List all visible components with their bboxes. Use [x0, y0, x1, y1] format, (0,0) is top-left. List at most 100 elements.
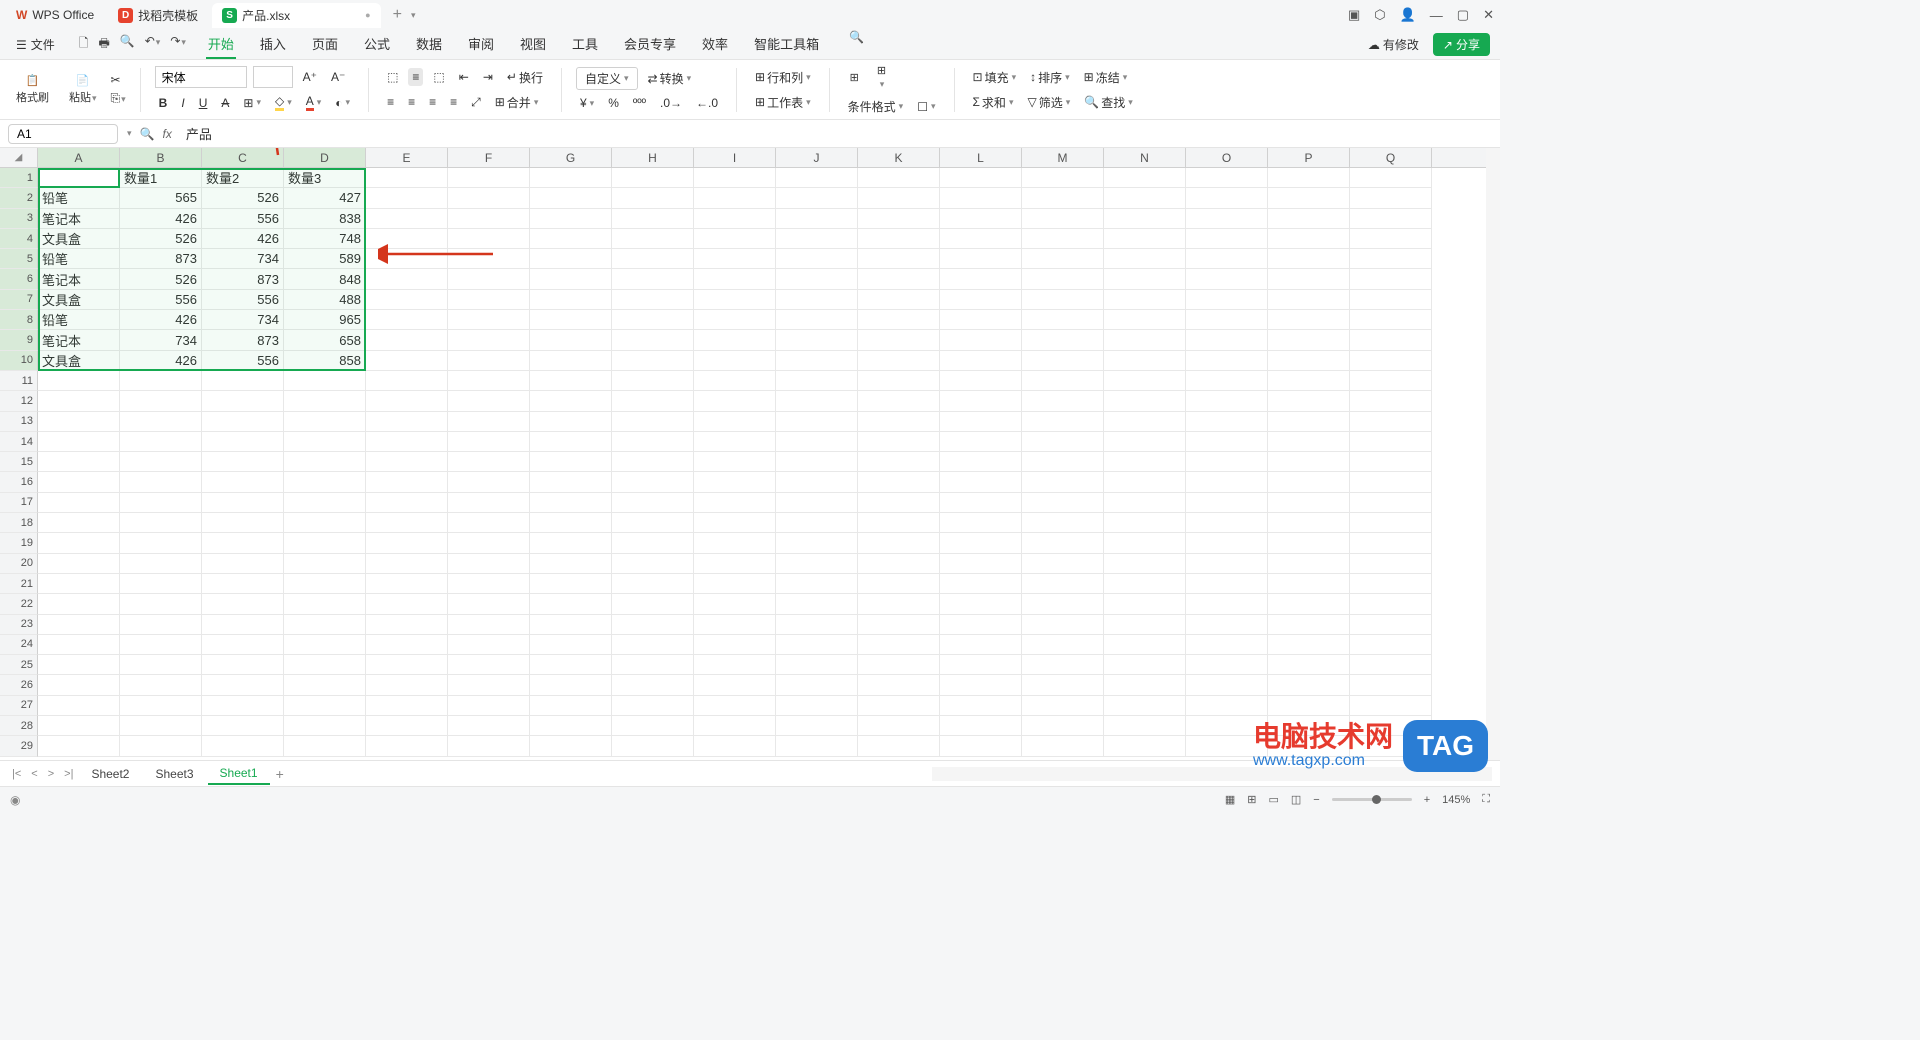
cell[interactable] — [1186, 655, 1268, 675]
row-header[interactable]: 13 — [0, 412, 38, 432]
cell[interactable] — [776, 493, 858, 513]
cell[interactable]: 838 — [284, 209, 366, 229]
cell[interactable] — [1350, 371, 1432, 391]
cell[interactable] — [612, 188, 694, 208]
name-box-dropdown[interactable]: ▾ — [127, 128, 132, 139]
cell[interactable] — [530, 452, 612, 472]
cell[interactable] — [858, 371, 940, 391]
cell[interactable] — [612, 635, 694, 655]
tab-data[interactable]: 数据 — [414, 30, 444, 59]
cell[interactable] — [530, 168, 612, 188]
cell[interactable]: 858 — [284, 351, 366, 371]
cell[interactable] — [448, 533, 530, 553]
cell[interactable] — [1186, 269, 1268, 289]
cell[interactable] — [366, 513, 448, 533]
tab-efficiency[interactable]: 效率 — [700, 30, 730, 59]
cell[interactable] — [1268, 533, 1350, 553]
cell[interactable] — [530, 533, 612, 553]
cell[interactable] — [612, 391, 694, 411]
cell[interactable] — [530, 351, 612, 371]
cell[interactable] — [1104, 696, 1186, 716]
cell[interactable] — [530, 229, 612, 249]
underline-button[interactable]: U — [195, 94, 212, 112]
cell[interactable] — [366, 310, 448, 330]
cell[interactable] — [284, 615, 366, 635]
cell[interactable] — [1186, 290, 1268, 310]
cell[interactable] — [612, 472, 694, 492]
cell[interactable] — [1104, 249, 1186, 269]
column-header[interactable]: K — [858, 148, 940, 167]
tab-member[interactable]: 会员专享 — [622, 30, 678, 59]
cell[interactable] — [1022, 168, 1104, 188]
cell[interactable] — [858, 209, 940, 229]
cell[interactable] — [776, 675, 858, 695]
cell[interactable]: 488 — [284, 290, 366, 310]
cell[interactable] — [366, 371, 448, 391]
cell[interactable] — [38, 371, 120, 391]
cell[interactable] — [1186, 371, 1268, 391]
cell[interactable] — [1350, 290, 1432, 310]
row-header[interactable]: 18 — [0, 513, 38, 533]
cell[interactable] — [284, 371, 366, 391]
convert-button[interactable]: ⇄转换▾ — [644, 68, 696, 89]
cell[interactable] — [1186, 594, 1268, 614]
cell[interactable]: 873 — [202, 269, 284, 289]
column-header[interactable]: B — [120, 148, 202, 167]
cell[interactable] — [448, 168, 530, 188]
cell[interactable] — [120, 594, 202, 614]
cell[interactable] — [448, 696, 530, 716]
cell[interactable]: 426 — [120, 209, 202, 229]
insert-table-button[interactable]: ⊞ — [844, 69, 865, 86]
indent-dec-button[interactable]: ⇥ — [479, 68, 497, 86]
sheet-tab[interactable]: Sheet3 — [143, 764, 205, 784]
cell[interactable] — [284, 675, 366, 695]
cell[interactable] — [366, 269, 448, 289]
zoom-level[interactable]: 145% — [1442, 794, 1470, 806]
cell[interactable] — [1022, 554, 1104, 574]
cell[interactable] — [694, 696, 776, 716]
cell[interactable] — [530, 615, 612, 635]
cell[interactable] — [530, 391, 612, 411]
search-icon[interactable]: 🔍 — [849, 30, 864, 59]
row-header[interactable]: 28 — [0, 716, 38, 736]
cell[interactable] — [940, 696, 1022, 716]
cell[interactable] — [448, 675, 530, 695]
cell[interactable] — [366, 249, 448, 269]
bold-button[interactable]: B — [155, 94, 172, 112]
preview-icon[interactable]: 🔍 — [120, 34, 135, 55]
cell[interactable] — [1350, 249, 1432, 269]
cell[interactable] — [694, 209, 776, 229]
cell[interactable] — [530, 209, 612, 229]
cell[interactable] — [38, 493, 120, 513]
column-header[interactable]: F — [448, 148, 530, 167]
cell[interactable] — [1022, 209, 1104, 229]
cell[interactable] — [1104, 675, 1186, 695]
cell[interactable] — [1022, 249, 1104, 269]
cell[interactable] — [202, 635, 284, 655]
cell[interactable] — [612, 249, 694, 269]
cell[interactable]: 589 — [284, 249, 366, 269]
cell[interactable] — [694, 229, 776, 249]
cell[interactable] — [1268, 310, 1350, 330]
cell[interactable] — [858, 635, 940, 655]
select-all-corner[interactable]: ◢ — [0, 148, 38, 167]
cell[interactable] — [858, 452, 940, 472]
cell[interactable] — [940, 229, 1022, 249]
cell[interactable] — [1022, 330, 1104, 350]
cell[interactable] — [612, 209, 694, 229]
row-header[interactable]: 26 — [0, 675, 38, 695]
cell[interactable] — [1186, 452, 1268, 472]
cell[interactable] — [366, 391, 448, 411]
cell[interactable] — [120, 391, 202, 411]
cell[interactable] — [694, 675, 776, 695]
cell[interactable] — [940, 351, 1022, 371]
cell[interactable] — [1186, 635, 1268, 655]
cut-icon[interactable]: ✂ — [111, 73, 126, 87]
cell[interactable] — [366, 635, 448, 655]
find-button[interactable]: 🔍查找▾ — [1080, 92, 1137, 113]
cell[interactable]: 数量1 — [120, 168, 202, 188]
cell[interactable] — [284, 472, 366, 492]
app-tab-document[interactable]: S 产品.xlsx ● — [212, 3, 380, 28]
cell[interactable] — [1350, 513, 1432, 533]
cell[interactable] — [366, 533, 448, 553]
